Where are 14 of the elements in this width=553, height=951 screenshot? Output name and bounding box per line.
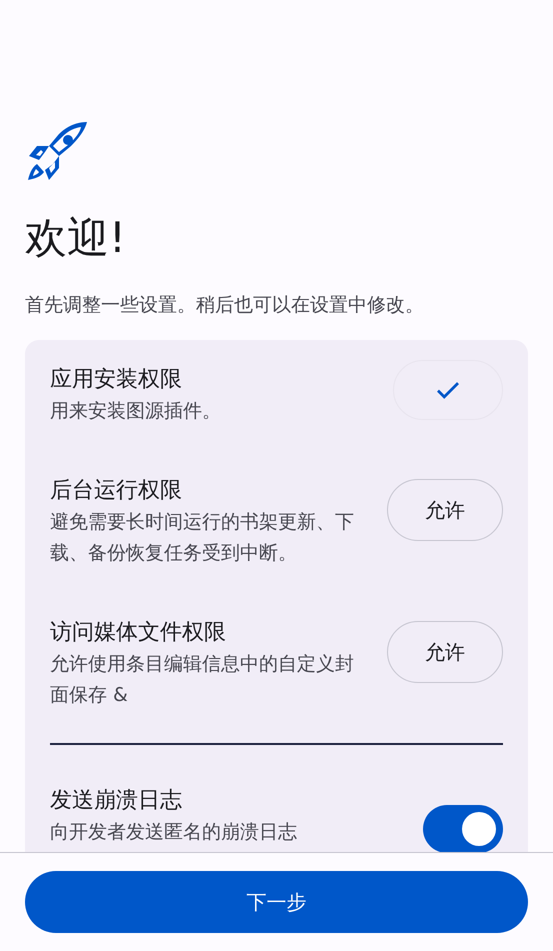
setting-description: 用来安装图源插件。: [50, 399, 222, 424]
setting-title: 访问媒体文件权限: [50, 619, 227, 647]
setting-description: 允许使用条目编辑信息中的自定义封面保存 &: [50, 652, 355, 708]
setting-title: 后台运行权限: [50, 477, 183, 505]
welcome-subtitle: 首先调整一些设置。稍后也可以在设置中修改。: [25, 293, 425, 318]
allow-button[interactable]: 允许: [387, 621, 503, 683]
toggle-switch[interactable]: [423, 805, 503, 852]
setting-description: 向开发者发送匿名的崩溃日志: [50, 820, 298, 845]
welcome-title: 欢迎!: [25, 212, 127, 264]
allow-button[interactable]: 允许: [387, 479, 503, 541]
setting-title: 发送崩溃日志: [50, 787, 183, 815]
next-button[interactable]: 下一步: [25, 871, 528, 933]
setting-description: 避免需要长时间运行的书架更新、下载、备份恢复任务受到中断。: [50, 510, 355, 566]
setting-title: 应用安装权限: [50, 366, 183, 394]
